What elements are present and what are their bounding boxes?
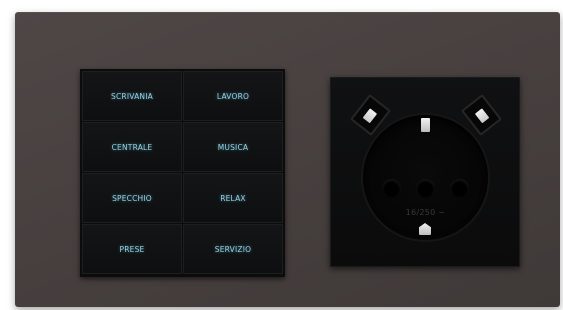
key-label: MUSICA xyxy=(217,142,249,152)
key-scrivania[interactable]: SCRIVANIA xyxy=(82,71,182,121)
key-lavoro[interactable]: LAVORO xyxy=(183,71,283,121)
key-musica[interactable]: MUSICA xyxy=(183,122,283,172)
socket-rating-label: 16/250 ~ xyxy=(405,208,446,217)
key-label: CENTRALE xyxy=(111,142,153,152)
usb-connector-icon xyxy=(474,108,490,124)
socket-hole-right xyxy=(450,179,469,198)
key-label: PRESE xyxy=(119,244,145,254)
earth-clip-bottom xyxy=(419,223,431,235)
key-label: RELAX xyxy=(220,193,246,203)
key-centrale[interactable]: CENTRALE xyxy=(82,122,182,172)
socket-hole-center xyxy=(416,179,435,198)
key-specchio[interactable]: SPECCHIO xyxy=(82,173,182,223)
key-label: LAVORO xyxy=(216,91,250,101)
schuko-socket-with-usb: 16/250 ~ xyxy=(330,77,520,267)
earth-clip-top xyxy=(421,118,430,132)
key-label: SCRIVANIA xyxy=(111,91,153,101)
wall-plate-frame: SCRIVANIA LAVORO CENTRALE MUSICA SPECCHI… xyxy=(15,12,560,307)
key-label: SPECCHIO xyxy=(112,193,152,203)
scene-keypad: SCRIVANIA LAVORO CENTRALE MUSICA SPECCHI… xyxy=(80,69,285,277)
socket-hole-left xyxy=(382,179,401,198)
key-prese[interactable]: PRESE xyxy=(82,224,182,274)
usb-connector-icon xyxy=(362,108,378,124)
key-label: SERVIZIO xyxy=(214,244,252,254)
socket-outlet[interactable]: 16/250 ~ xyxy=(363,115,488,240)
key-servizio[interactable]: SERVIZIO xyxy=(183,224,283,274)
usb-port-right[interactable] xyxy=(461,94,502,136)
key-relax[interactable]: RELAX xyxy=(183,173,283,223)
